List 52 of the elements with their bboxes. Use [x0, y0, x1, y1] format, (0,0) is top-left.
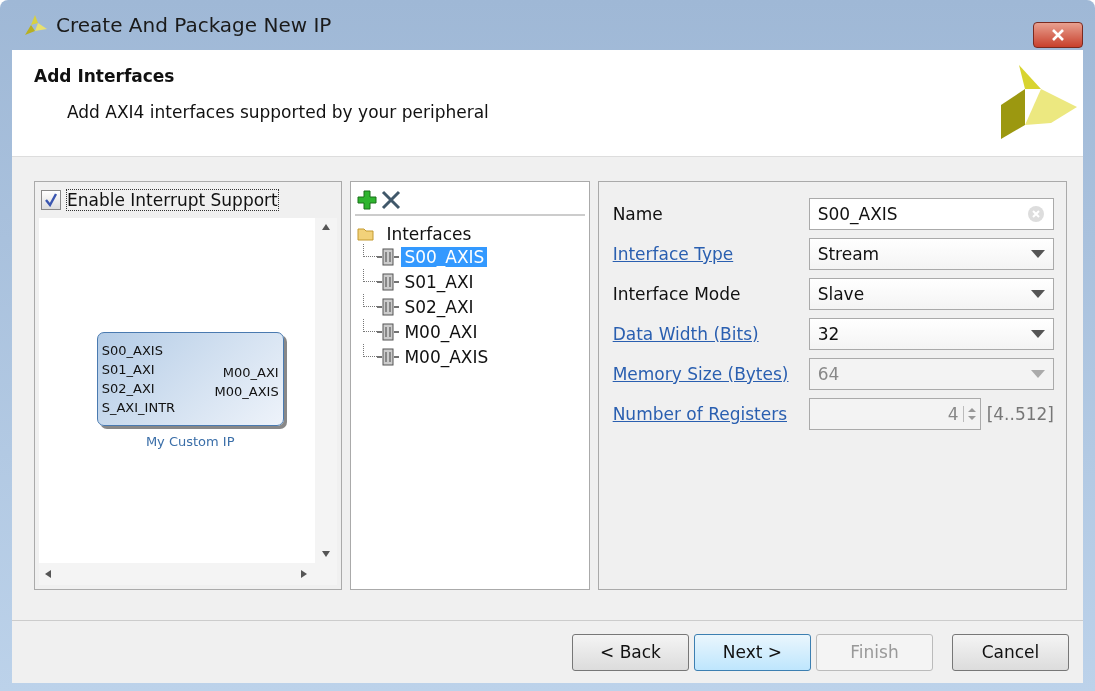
- close-icon: [1051, 29, 1065, 41]
- dialog-button[interactable]: Cancel: [952, 633, 1069, 671]
- logo-icon: [22, 13, 48, 37]
- port-label: S01_AXI: [100, 362, 156, 377]
- property-link[interactable]: Data Width (Bits): [612, 324, 809, 344]
- tree-item[interactable]: Interfaces: [383, 224, 475, 244]
- check-icon: [44, 193, 58, 207]
- checkbox-label[interactable]: Enable Interrupt Support: [67, 190, 278, 210]
- logo-icon: [1001, 65, 1077, 141]
- caret-icon: [1031, 330, 1045, 338]
- caret-icon: [1031, 370, 1045, 378]
- tree-item[interactable]: S02_AXI: [401, 296, 477, 317]
- tree-item[interactable]: S01_AXI: [401, 271, 477, 292]
- interface-icon: [377, 272, 400, 291]
- dropdown[interactable]: 32: [808, 318, 1054, 350]
- scroll-up-icon[interactable]: [322, 224, 331, 230]
- scroll-right-icon[interactable]: [301, 570, 308, 578]
- close-button[interactable]: [1033, 22, 1083, 48]
- dialog-button[interactable]: < Back: [572, 633, 689, 671]
- range-label: [4..512]: [986, 404, 1054, 424]
- page-subtitle: Add AXI4 interfaces supported by your peripheral: [67, 102, 489, 122]
- caret-icon: [1031, 250, 1045, 258]
- interface-icon: [377, 247, 400, 266]
- remove-button[interactable]: [381, 190, 402, 210]
- dropdown[interactable]: Stream: [808, 238, 1054, 270]
- add-button[interactable]: [357, 190, 378, 210]
- scroll-down-icon[interactable]: [322, 551, 331, 557]
- tree-item[interactable]: M00_AXIS: [401, 346, 492, 367]
- port-label: S00_AXIS: [100, 343, 164, 358]
- name-field[interactable]: S00_AXIS: [808, 198, 1054, 230]
- port-label: S_AXI_INTR: [100, 400, 177, 415]
- port-label: M00_AXIS: [213, 384, 280, 399]
- interface-icon: [377, 322, 400, 341]
- checkbox[interactable]: [41, 190, 61, 210]
- window-title: Create And Package New IP: [56, 13, 332, 37]
- dropdown[interactable]: Slave: [808, 278, 1054, 310]
- tree-item[interactable]: M00_AXI: [401, 321, 481, 342]
- block-caption: My Custom IP: [145, 434, 235, 449]
- property-label: Interface Mode: [612, 284, 742, 304]
- caret-icon: [1031, 290, 1045, 298]
- dialog-button[interactable]: Next >: [694, 633, 811, 671]
- port-label: M00_AXI: [221, 365, 280, 380]
- interface-icon: [377, 347, 400, 366]
- property-label: Name: [612, 204, 664, 224]
- close-icon: [381, 190, 402, 210]
- port-label: S02_AXI: [100, 381, 156, 396]
- scroll-left-icon[interactable]: [45, 570, 51, 578]
- folder-icon: [357, 227, 376, 241]
- page-title: Add Interfaces: [34, 66, 176, 86]
- property-link[interactable]: Interface Type: [612, 244, 809, 264]
- interface-icon: [377, 297, 400, 316]
- plus-icon: [357, 190, 378, 210]
